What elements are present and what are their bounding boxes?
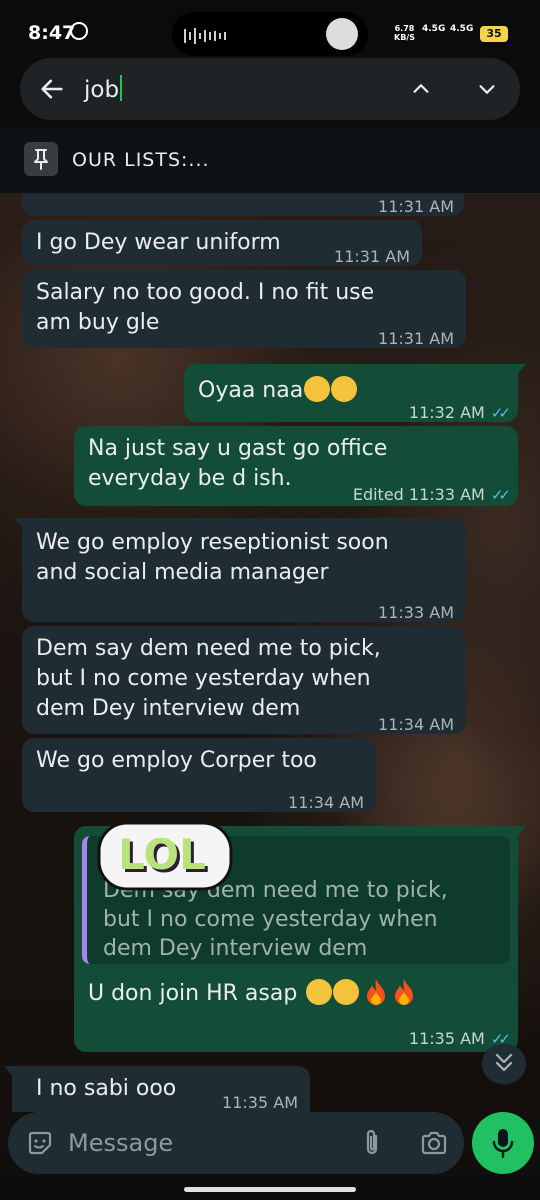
media-thumbnail — [326, 18, 358, 50]
message-time: 11:31 AM — [334, 247, 410, 266]
message-text: U don join HR asap — [88, 978, 415, 1009]
search-bar[interactable]: job — [20, 58, 520, 120]
message-bubble-incoming[interactable]: We go employ Corper too 11:34 AM — [22, 738, 376, 812]
network-indicator-2: 4.5G — [450, 24, 474, 34]
message-time: Edited 11:33 AM ✓✓ — [352, 480, 511, 510]
chevron-down-icon[interactable] — [476, 78, 498, 100]
read-ticks-icon: ✓✓ — [490, 486, 511, 504]
pinned-message-bar[interactable]: OUR LISTS:... — [0, 128, 540, 194]
battery-indicator: 35 — [480, 26, 508, 42]
message-time: 11:31 AM — [378, 197, 454, 216]
message-text: I no sabi ooo — [36, 1076, 177, 1101]
rolling-laughing-emoji — [333, 979, 360, 1005]
message-text: I go Dey wear uniform — [36, 230, 281, 255]
chevron-up-icon[interactable] — [410, 78, 432, 100]
message-text-line: Na just say u gast go office — [88, 436, 388, 461]
net-speed-value: 6.78 — [394, 24, 415, 33]
message-text: Oyaa naa — [198, 376, 358, 406]
message-time: 11:34 AM — [378, 715, 454, 734]
message-text-content: U don join HR asap — [88, 981, 298, 1006]
network-speed: 6.78 KB/S — [394, 24, 415, 42]
rolling-laughing-emoji — [306, 979, 333, 1005]
rolling-laughing-emoji — [331, 376, 358, 402]
clock: 8:47 — [28, 22, 76, 44]
fire-emoji — [395, 979, 414, 1005]
search-query: job — [84, 77, 120, 103]
fire-emoji — [367, 979, 386, 1005]
message-time: 11:34 AM — [288, 793, 364, 812]
message-text-line: but I no come yesterday when — [36, 666, 371, 691]
text-cursor — [120, 75, 123, 101]
message-bubble-incoming[interactable]: Salary no too good. I no fit use am buy … — [22, 270, 466, 348]
network-indicator-1: 4.5G — [422, 24, 446, 34]
message-bubble-incoming[interactable]: I no sabi ooo 11:35 AM — [4, 1066, 310, 1112]
message-text-line: Dem say dem need me to pick, — [36, 636, 381, 661]
search-header: job — [0, 56, 540, 128]
message-time: 11:31 AM — [378, 329, 454, 348]
time-text: Edited 11:33 AM — [352, 485, 485, 504]
message-text-line: and social media manager — [36, 560, 329, 585]
message-time: 11:32 AM ✓✓ — [408, 398, 511, 428]
time-text: 11:35 AM — [408, 1029, 485, 1048]
arrow-left-icon[interactable] — [38, 75, 66, 103]
scroll-to-bottom-button[interactable] — [482, 1044, 526, 1084]
message-bubble-outgoing[interactable]: Na just say u gast go office everyday be… — [74, 426, 518, 506]
rolling-laughing-emoji — [304, 376, 331, 402]
quote-line: but I no come yesterday when — [103, 907, 438, 932]
pin-icon — [24, 142, 58, 176]
net-speed-unit: KB/S — [394, 33, 415, 42]
sticker-icon[interactable] — [26, 1129, 54, 1157]
bubble-tail — [4, 1066, 14, 1078]
message-text-line: dem Dey interview dem — [36, 696, 301, 721]
search-input[interactable]: job — [84, 75, 123, 103]
message-text-line: everyday be d ish. — [88, 466, 292, 491]
message-bubble-incoming[interactable]: 11:31 AM — [22, 194, 464, 216]
quote-line: dem Dey interview dem — [103, 936, 368, 961]
message-text-line: Salary no too good. I no fit use — [36, 280, 375, 305]
double-chevron-down-icon — [495, 1053, 513, 1072]
lol-sticker: LOL LOL — [97, 821, 233, 891]
message-text: We go employ Corper too — [36, 748, 317, 773]
message-time: 11:33 AM — [378, 603, 454, 622]
message-bubble-outgoing[interactable]: Oyaa naa 11:32 AM ✓✓ — [184, 364, 526, 422]
message-bubble-incoming[interactable]: Dem say dem need me to pick, but I no co… — [22, 626, 466, 734]
read-ticks-icon: ✓✓ — [490, 404, 511, 422]
message-input[interactable] — [68, 1126, 338, 1160]
bubble-tail — [516, 364, 526, 376]
sticker-text-overlay: LOL — [118, 830, 206, 879]
status-bar: 8:47 6.78 KB/S 4.5G 4.5G 35 — [0, 0, 540, 56]
dynamic-island — [172, 12, 368, 56]
message-composer[interactable] — [8, 1112, 464, 1174]
message-bubble-incoming[interactable]: I go Dey wear uniform 11:31 AM — [22, 220, 422, 266]
home-indicator[interactable] — [184, 1187, 356, 1192]
bubble-tail — [14, 518, 24, 530]
message-bubble-incoming[interactable]: We go employ reseptionist soon and socia… — [14, 518, 466, 622]
voice-record-button[interactable] — [472, 1112, 534, 1174]
message-text-line: am buy gle — [36, 310, 160, 335]
mic-icon — [492, 1129, 514, 1159]
bubble-tail — [516, 826, 526, 838]
audio-wave-icon — [184, 28, 226, 44]
pinned-message-text: OUR LISTS:... — [72, 149, 210, 171]
whatsapp-notification-icon — [70, 22, 88, 40]
message-text-content: Oyaa naa — [198, 378, 304, 403]
camera-icon[interactable] — [420, 1130, 448, 1156]
time-text: 11:32 AM — [408, 403, 485, 422]
message-text-line: We go employ reseptionist soon — [36, 530, 389, 555]
paperclip-icon[interactable] — [360, 1128, 384, 1158]
